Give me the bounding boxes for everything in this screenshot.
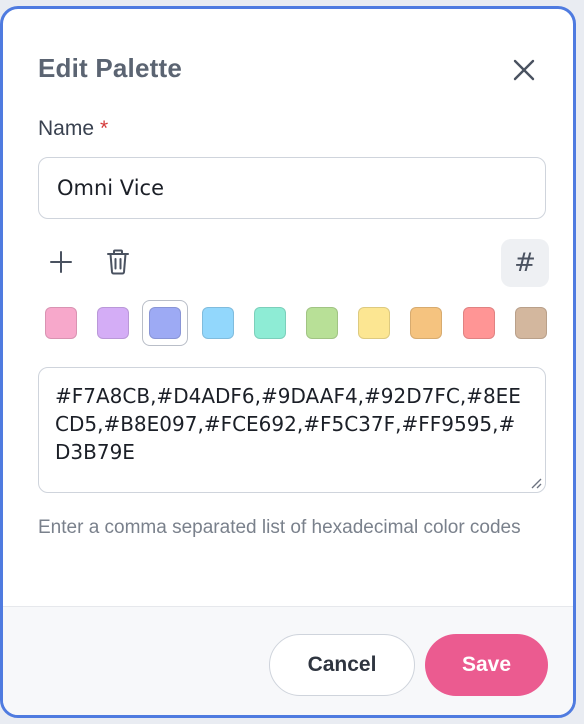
delete-color-button[interactable]: [98, 242, 138, 282]
swatch-color-fill: [358, 307, 391, 339]
swatch-color-fill: [97, 307, 130, 339]
close-icon: [513, 59, 535, 81]
plus-icon: [50, 251, 72, 273]
swatch-color-fill: [253, 307, 286, 339]
name-input[interactable]: [38, 157, 546, 219]
name-label: Name *: [38, 117, 108, 141]
required-marker: *: [100, 117, 109, 140]
dialog-title: Edit Palette: [38, 53, 182, 83]
swatch-color-fill: [462, 307, 495, 339]
color-swatch[interactable]: [456, 300, 502, 346]
color-swatch[interactable]: [351, 300, 397, 346]
add-color-button[interactable]: [41, 242, 81, 282]
cancel-button[interactable]: Cancel: [269, 634, 415, 696]
swatch-row: [3, 300, 573, 360]
resize-grip-icon[interactable]: [530, 477, 542, 489]
color-swatch[interactable]: [508, 300, 554, 346]
swatch-color-fill: [149, 307, 182, 339]
save-button[interactable]: Save: [425, 634, 548, 696]
edit-palette-dialog: Edit Palette Name* # #F7A8CB,#D4ADF6,#9D…: [0, 6, 576, 718]
swatch-color-fill: [514, 307, 547, 339]
color-swatch[interactable]: [90, 300, 136, 346]
color-swatch[interactable]: [142, 300, 189, 346]
color-swatch[interactable]: [195, 300, 241, 346]
color-swatch[interactable]: [38, 300, 84, 346]
color-swatch[interactable]: [299, 300, 345, 346]
hex-mode-toggle[interactable]: #: [501, 239, 549, 287]
swatch-color-fill: [45, 307, 77, 339]
help-text: Enter a comma separated list of hexadeci…: [38, 517, 521, 538]
trash-icon: [107, 249, 129, 275]
color-codes-textarea[interactable]: #F7A8CB,#D4ADF6,#9DAAF4,#92D7FC,#8EECD5,…: [38, 367, 546, 493]
dialog-footer: Cancel Save: [3, 606, 573, 715]
close-button[interactable]: [509, 55, 539, 85]
color-swatch[interactable]: [403, 300, 449, 346]
name-label-text: Name: [38, 117, 95, 140]
color-swatch[interactable]: [247, 300, 293, 346]
swatch-color-fill: [201, 307, 234, 339]
swatch-color-fill: [306, 307, 338, 339]
swatch-color-fill: [410, 307, 443, 339]
